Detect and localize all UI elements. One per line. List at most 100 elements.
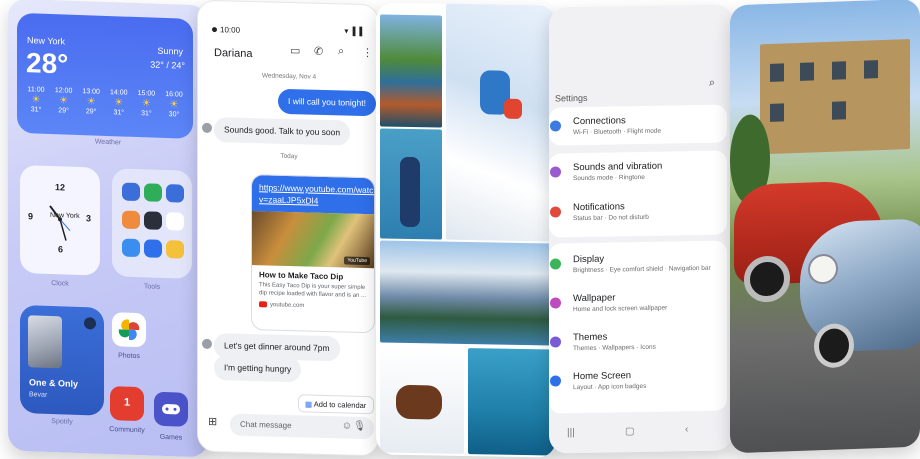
calculator-icon[interactable] [166, 184, 184, 203]
search-icon[interactable]: ⌕ [338, 45, 344, 58]
incoming-message[interactable]: Sounds good. Talk to you soon [214, 117, 351, 146]
clock-widget[interactable]: 12 3 6 9 New York [20, 164, 100, 276]
home-button-icon[interactable]: ▢ [625, 426, 634, 437]
video-call-icon[interactable]: ▭ [290, 44, 300, 57]
window [800, 62, 814, 81]
settings-item-title: Connections [573, 115, 626, 128]
photo-skier[interactable] [446, 3, 554, 242]
settings-item-subtitle: Themes · Wallpapers · Icons [573, 343, 656, 353]
link-description: This Easy Taco Dip is your super simple … [259, 282, 367, 300]
community-app-icon[interactable]: 1 [110, 386, 144, 422]
recents-icon[interactable]: ||| [567, 427, 575, 438]
themes-icon [550, 336, 561, 348]
gallery-panel [376, 2, 556, 458]
skier-figure [504, 98, 522, 119]
forecast-hour: 11:00 ☀ 31° [25, 85, 47, 116]
clock-face: 12 3 6 9 New York [28, 181, 92, 257]
search-icon[interactable]: ⌕ [709, 77, 715, 90]
forecast-temp: 29° [85, 108, 97, 116]
clock-hands-icon [49, 205, 71, 241]
games-label: Games [159, 433, 183, 442]
settings-item-title: Display [573, 253, 605, 266]
attach-icon[interactable]: ⊞ [208, 415, 217, 428]
settings-card: Connections Wi-Fi · Bluetooth · Flight m… [549, 104, 727, 146]
notes-icon[interactable] [166, 240, 184, 259]
photo-lake-boats[interactable] [380, 14, 442, 128]
settings-item-subtitle: Brightness · Eye comfort shield · Naviga… [573, 264, 711, 275]
speaker-icon [550, 166, 561, 178]
forecast-temp: 31° [141, 110, 152, 118]
status-time: 10:00 [212, 25, 240, 35]
more-icon[interactable]: ⋮ [362, 46, 373, 59]
forecast-hour: 16:00 ☀ 30° [163, 90, 185, 121]
message-input-placeholder: Chat message [240, 419, 292, 431]
incoming-message[interactable]: I'm getting hungry [214, 355, 302, 383]
settings-card: Sounds and vibration Sounds mode · Ringt… [549, 150, 727, 238]
navigation-bar: ||| ▢ ‹ [549, 422, 733, 445]
calendar-icon: ▦ [305, 399, 314, 409]
weather-widget[interactable]: New York 28° Sunny 32° / 24° 11:00 ☀ 31° 1… [17, 12, 193, 139]
home-screen-panel: New York 28° Sunny 32° / 24° 11:00 ☀ 31° 1… [8, 0, 208, 458]
app-icon[interactable] [122, 182, 140, 202]
weather-range: 32° / 24° [150, 59, 185, 71]
photo-woman-beach[interactable] [380, 128, 442, 240]
calendar-chip-label: Add to calendar [313, 399, 367, 411]
tools-folder[interactable] [112, 168, 192, 279]
signal-icon: ▾ ▌▌ [344, 26, 366, 37]
spotify-widget[interactable]: One & Only Bevar [20, 304, 104, 416]
emoji-icon[interactable]: ☺ [342, 420, 352, 431]
settings-item-title: Sounds and vibration [573, 160, 663, 174]
settings-item-title: Themes [573, 331, 608, 344]
bell-icon [550, 206, 561, 218]
settings-item-subtitle: Layout · App icon badges [573, 382, 647, 392]
app-icon[interactable] [122, 210, 140, 230]
outgoing-message[interactable]: I will call you tonight! [278, 88, 376, 117]
youtube-tag: YouTube [344, 256, 370, 266]
photo-fish-school[interactable] [468, 348, 554, 456]
settings-card: Display Brightness · Eye comfort shield … [549, 240, 727, 414]
racing-game-panel[interactable] [730, 0, 920, 454]
link-source-text: youtube.com [270, 302, 305, 310]
spotify-caption: Spotify [51, 418, 73, 426]
contact-name: Dariana [214, 47, 253, 61]
device-montage: New York 28° Sunny 32° / 24° 11:00 ☀ 31° 1… [0, 0, 920, 459]
photo-mountain-lake[interactable] [380, 240, 554, 346]
add-to-calendar-chip[interactable]: ▦ Add to calendar [298, 394, 374, 415]
clock-text: 10:00 [220, 25, 241, 35]
settings-item-title: Notifications [573, 201, 625, 214]
forecast-temp: 31° [113, 109, 125, 117]
window [770, 63, 784, 82]
battery-icon[interactable] [144, 183, 162, 202]
photo-horse-snow[interactable] [380, 346, 464, 454]
app-icon[interactable] [122, 238, 140, 258]
date-divider: Today [280, 152, 298, 161]
phone-icon[interactable]: ✆ [314, 45, 323, 58]
message-input[interactable]: Chat message ☺ 🎙 [230, 413, 374, 440]
settings-item-subtitle: Status bar · Do not disturb [573, 213, 649, 223]
games-app-icon[interactable] [154, 391, 188, 427]
forecast-hour: 14:00 ☀ 31° [108, 88, 130, 119]
settings-item-title: Home Screen [573, 370, 632, 383]
forecast-hour: 15:00 ☀ 31° [135, 89, 157, 120]
community-label: Community [109, 426, 145, 435]
weather-city: New York [27, 35, 66, 47]
pinwheel-icon [118, 319, 140, 341]
link-url-text: https://www.youtube.com/watch?v=zaaLJP5x… [259, 182, 375, 206]
microphone-icon[interactable]: 🎙 [353, 421, 366, 432]
back-icon[interactable]: ‹ [685, 424, 688, 435]
link-preview-card[interactable]: https://www.youtube.com/watch?v=zaaLJP5x… [251, 174, 375, 334]
voice-recorder-icon[interactable] [166, 212, 184, 231]
clock-icon[interactable] [144, 211, 162, 230]
person-figure [400, 156, 420, 228]
link-url[interactable]: https://www.youtube.com/watch?v=zaaLJP5x… [252, 175, 375, 215]
app-icon[interactable] [144, 239, 162, 258]
photos-app-icon[interactable] [112, 312, 146, 348]
window [832, 61, 846, 80]
messages-panel: 10:00 ▾ ▌▌ Dariana ▭ ✆ ⌕ ⋮ Wednesday, No… [197, 0, 379, 457]
avatar [202, 122, 212, 134]
car-wheel [814, 322, 854, 369]
brightness-icon [550, 258, 561, 270]
tools-caption: Tools [143, 283, 161, 291]
window [864, 60, 878, 79]
settings-item-subtitle: Wi-Fi · Bluetooth · Flight mode [573, 127, 662, 137]
